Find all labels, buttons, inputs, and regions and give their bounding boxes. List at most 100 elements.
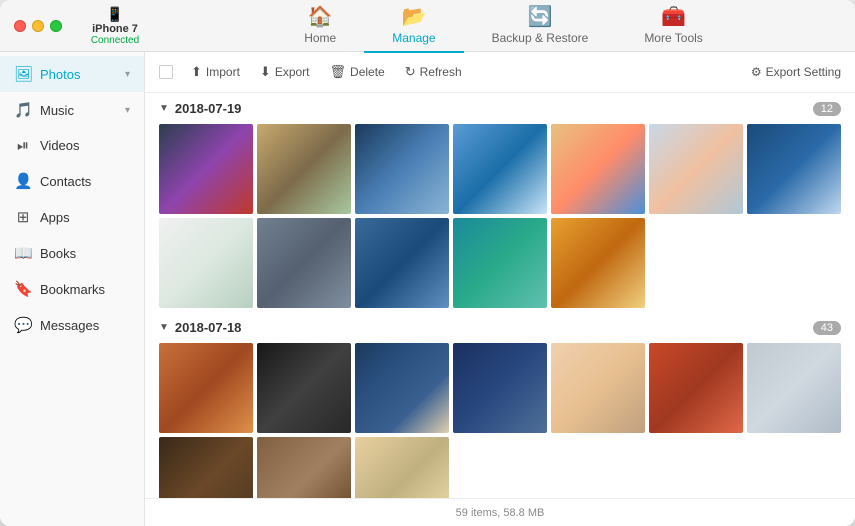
photo-thumb[interactable] (355, 124, 449, 214)
photo-row (159, 218, 841, 308)
count-badge-2: 43 (813, 321, 841, 335)
photo-thumb[interactable] (649, 343, 743, 433)
tab-tools-label: More Tools (644, 31, 702, 45)
collapse-icon-1[interactable]: ▼ (159, 103, 169, 114)
select-all-checkbox[interactable] (159, 65, 173, 79)
date-label-2: 2018-07-18 (175, 320, 242, 335)
sidebar-item-books[interactable]: 📖 Books (0, 235, 144, 271)
photo-thumb[interactable] (355, 343, 449, 433)
photo-thumb-empty (747, 218, 841, 308)
photo-thumb[interactable] (453, 343, 547, 433)
nav-tabs: 🏠 Home 📂 Manage 🔄 Backup & Restore 🧰 Mor… (152, 0, 855, 53)
sidebar-item-contacts[interactable]: 👤 Contacts (0, 163, 144, 199)
date-section-2: ▼ 2018-07-18 43 (159, 320, 841, 498)
collapse-icon-2[interactable]: ▼ (159, 322, 169, 333)
tab-backup[interactable]: 🔄 Backup & Restore (464, 0, 617, 53)
videos-icon: ⏯ (14, 137, 32, 154)
title-bar: 📱 iPhone 7 Connected 🏠 Home 📂 Manage 🔄 B… (0, 0, 855, 52)
device-icon: 📱 (106, 6, 123, 23)
sidebar-item-videos[interactable]: ⏯ Videos (0, 128, 144, 163)
tab-manage-label: Manage (392, 31, 435, 45)
sidebar-item-photos[interactable]: 🖼 Photos ▾ (0, 56, 144, 92)
sidebar-bookmarks-label: Bookmarks (40, 282, 105, 297)
photo-thumb[interactable] (551, 124, 645, 214)
photo-thumb-empty (649, 437, 743, 498)
photo-thumb[interactable] (551, 218, 645, 308)
maximize-button[interactable] (50, 20, 62, 32)
photo-row (159, 124, 841, 214)
close-button[interactable] (14, 20, 26, 32)
photo-thumb[interactable] (453, 218, 547, 308)
device-name: iPhone 7 (92, 23, 138, 35)
export-icon: ⬇ (260, 64, 271, 80)
photo-thumb[interactable] (355, 437, 449, 498)
sidebar-item-music[interactable]: 🎵 Music ▾ (0, 92, 144, 128)
sidebar-item-apps[interactable]: ⊞ Apps (0, 199, 144, 235)
photo-thumb[interactable] (257, 437, 351, 498)
photo-thumb[interactable] (747, 124, 841, 214)
sidebar-apps-label: Apps (40, 210, 70, 225)
delete-label: Delete (350, 65, 385, 79)
import-icon: ⬆ (191, 64, 202, 80)
refresh-button[interactable]: ↻ Refresh (397, 60, 470, 84)
music-chevron: ▾ (125, 105, 130, 116)
backup-icon: 🔄 (528, 4, 553, 29)
tools-icon: 🧰 (661, 4, 686, 29)
photo-grid-area[interactable]: ▼ 2018-07-19 12 (145, 93, 855, 498)
sidebar-books-label: Books (40, 246, 76, 261)
photos-chevron: ▾ (125, 69, 130, 80)
books-icon: 📖 (14, 244, 32, 262)
sidebar: 🖼 Photos ▾ 🎵 Music ▾ ⏯ Videos 👤 Contacts… (0, 52, 145, 526)
photo-thumb[interactable] (257, 124, 351, 214)
minimize-button[interactable] (32, 20, 44, 32)
photo-thumb-empty (649, 218, 743, 308)
sidebar-videos-label: Videos (40, 138, 80, 153)
delete-button[interactable]: 🗑 Delete (322, 60, 393, 84)
bookmarks-icon: 🔖 (14, 280, 32, 298)
export-button[interactable]: ⬇ Export (252, 60, 318, 84)
photo-thumb[interactable] (159, 437, 253, 498)
status-bar: 59 items, 58.8 MB (145, 498, 855, 526)
manage-icon: 📂 (401, 4, 426, 29)
photo-thumb[interactable] (257, 218, 351, 308)
photo-thumb[interactable] (747, 343, 841, 433)
delete-icon: 🗑 (330, 64, 347, 80)
device-status: Connected (91, 35, 139, 46)
gear-icon: ⚙ (751, 65, 762, 79)
tab-backup-label: Backup & Restore (492, 31, 589, 45)
tab-home-label: Home (304, 31, 336, 45)
sidebar-item-bookmarks[interactable]: 🔖 Bookmarks (0, 271, 144, 307)
export-label: Export (275, 65, 310, 79)
tab-home[interactable]: 🏠 Home (276, 0, 364, 53)
photo-thumb[interactable] (159, 343, 253, 433)
photo-thumb[interactable] (551, 343, 645, 433)
sidebar-item-messages[interactable]: 💬 Messages (0, 307, 144, 343)
date-label-1: 2018-07-19 (175, 101, 242, 116)
import-button[interactable]: ⬆ Import (183, 60, 248, 84)
photo-thumb-empty (551, 437, 645, 498)
apps-icon: ⊞ (14, 208, 32, 226)
date-header-2: ▼ 2018-07-18 43 (159, 320, 841, 335)
photo-thumb[interactable] (649, 124, 743, 214)
sidebar-music-label: Music (40, 103, 74, 118)
export-setting-button[interactable]: ⚙ Export Setting (751, 65, 841, 79)
toolbar: ⬆ Import ⬇ Export 🗑 Delete ↻ Refresh ⚙ (145, 52, 855, 93)
traffic-lights (0, 20, 62, 32)
photo-thumb[interactable] (453, 124, 547, 214)
tab-tools[interactable]: 🧰 More Tools (616, 0, 730, 53)
count-badge-1: 12 (813, 102, 841, 116)
photo-row (159, 343, 841, 433)
device-info: 📱 iPhone 7 Connected (62, 6, 152, 46)
photo-thumb[interactable] (257, 343, 351, 433)
photo-thumb-empty (747, 437, 841, 498)
import-label: Import (206, 65, 240, 79)
tab-manage[interactable]: 📂 Manage (364, 0, 463, 53)
refresh-label: Refresh (420, 65, 462, 79)
sidebar-contacts-label: Contacts (40, 174, 91, 189)
date-header-1: ▼ 2018-07-19 12 (159, 101, 841, 116)
photo-thumb[interactable] (355, 218, 449, 308)
photo-thumb[interactable] (159, 218, 253, 308)
status-text: 59 items, 58.8 MB (456, 507, 545, 519)
photo-thumb[interactable] (159, 124, 253, 214)
content-area: ⬆ Import ⬇ Export 🗑 Delete ↻ Refresh ⚙ (145, 52, 855, 526)
